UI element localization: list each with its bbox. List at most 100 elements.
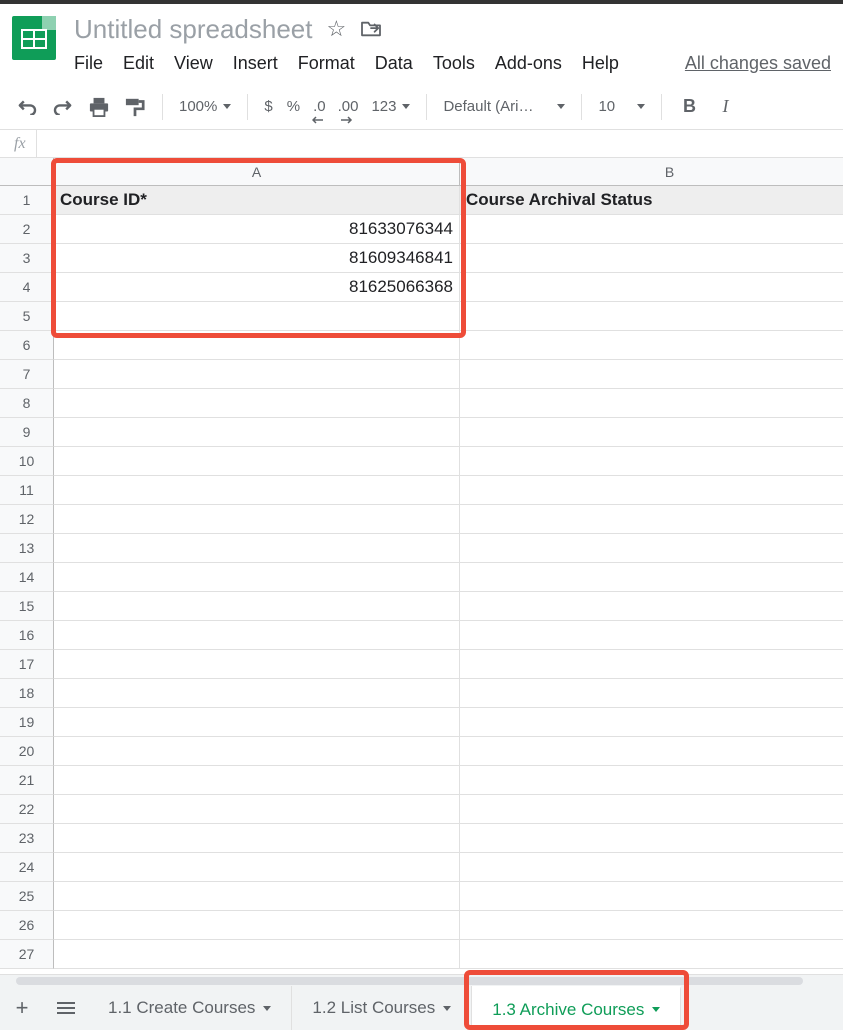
cell[interactable] <box>54 766 460 795</box>
spreadsheet-grid[interactable]: A B 1Course ID*Course Archival Status281… <box>0 158 843 969</box>
cell[interactable] <box>54 389 460 418</box>
cell[interactable] <box>54 621 460 650</box>
cell[interactable]: 81625066368 <box>54 273 460 302</box>
cell[interactable] <box>460 911 843 940</box>
cell[interactable]: Course Archival Status <box>460 186 843 215</box>
row-header[interactable]: 18 <box>0 679 54 708</box>
row-header[interactable]: 8 <box>0 389 54 418</box>
menu-edit[interactable]: Edit <box>123 53 154 74</box>
cell[interactable] <box>54 882 460 911</box>
row-header[interactable]: 23 <box>0 824 54 853</box>
row-header[interactable]: 4 <box>0 273 54 302</box>
cell[interactable] <box>54 505 460 534</box>
cell[interactable] <box>460 853 843 882</box>
undo-icon[interactable] <box>12 92 42 122</box>
cell[interactable] <box>54 447 460 476</box>
row-header[interactable]: 7 <box>0 360 54 389</box>
select-all-corner[interactable] <box>0 158 54 186</box>
row-header[interactable]: 27 <box>0 940 54 969</box>
row-header[interactable]: 21 <box>0 766 54 795</box>
sheets-logo[interactable] <box>12 16 56 60</box>
cell[interactable] <box>54 360 460 389</box>
menu-data[interactable]: Data <box>375 53 413 74</box>
cell[interactable] <box>460 679 843 708</box>
bold-button[interactable]: B <box>674 92 704 122</box>
cell[interactable] <box>54 911 460 940</box>
row-header[interactable]: 26 <box>0 911 54 940</box>
cell[interactable] <box>460 476 843 505</box>
row-header[interactable]: 9 <box>0 418 54 447</box>
cell[interactable] <box>460 824 843 853</box>
cell[interactable] <box>460 215 843 244</box>
paint-format-icon[interactable] <box>120 92 150 122</box>
menu-view[interactable]: View <box>174 53 213 74</box>
menu-file[interactable]: File <box>74 53 103 74</box>
cell[interactable] <box>54 418 460 447</box>
cell[interactable] <box>54 940 460 969</box>
menu-tools[interactable]: Tools <box>433 53 475 74</box>
row-header[interactable]: 20 <box>0 737 54 766</box>
all-sheets-button[interactable] <box>44 986 88 1030</box>
cell[interactable] <box>54 795 460 824</box>
formula-bar[interactable]: fx <box>0 130 843 158</box>
row-header[interactable]: 24 <box>0 853 54 882</box>
cell[interactable] <box>460 360 843 389</box>
doc-title[interactable]: Untitled spreadsheet <box>74 14 312 45</box>
row-header[interactable]: 11 <box>0 476 54 505</box>
row-header[interactable]: 22 <box>0 795 54 824</box>
decrease-decimal[interactable]: .0 <box>310 92 329 122</box>
cell[interactable] <box>460 302 843 331</box>
menu-format[interactable]: Format <box>298 53 355 74</box>
format-currency[interactable]: $ <box>260 98 276 115</box>
font-size-dropdown[interactable]: 10 <box>594 98 649 115</box>
cell[interactable] <box>54 853 460 882</box>
cell[interactable] <box>460 273 843 302</box>
horizontal-scrollbar[interactable] <box>0 974 843 986</box>
cell[interactable] <box>54 563 460 592</box>
cell[interactable] <box>460 737 843 766</box>
italic-button[interactable]: I <box>710 92 740 122</box>
cell[interactable] <box>460 418 843 447</box>
cell[interactable] <box>54 708 460 737</box>
cell[interactable] <box>54 824 460 853</box>
number-format-dropdown[interactable]: 123 <box>367 98 414 115</box>
row-header[interactable]: 16 <box>0 621 54 650</box>
move-to-folder-icon[interactable] <box>360 20 382 38</box>
menu-addons[interactable]: Add-ons <box>495 53 562 74</box>
cell[interactable] <box>54 302 460 331</box>
cell[interactable] <box>460 940 843 969</box>
col-header-a[interactable]: A <box>54 158 460 186</box>
row-header[interactable]: 17 <box>0 650 54 679</box>
add-sheet-button[interactable]: + <box>0 986 44 1030</box>
row-header[interactable]: 13 <box>0 534 54 563</box>
cell[interactable] <box>460 795 843 824</box>
cell[interactable] <box>460 766 843 795</box>
cell[interactable] <box>460 447 843 476</box>
cell[interactable] <box>460 708 843 737</box>
redo-icon[interactable] <box>48 92 78 122</box>
row-header[interactable]: 14 <box>0 563 54 592</box>
row-header[interactable]: 3 <box>0 244 54 273</box>
cell[interactable] <box>54 331 460 360</box>
row-header[interactable]: 6 <box>0 331 54 360</box>
row-header[interactable]: 2 <box>0 215 54 244</box>
row-header[interactable]: 15 <box>0 592 54 621</box>
cell[interactable] <box>460 534 843 563</box>
cell[interactable] <box>54 650 460 679</box>
sheet-tab-3[interactable]: 1.3 Archive Courses <box>472 986 681 1030</box>
cell[interactable] <box>54 737 460 766</box>
cell[interactable] <box>54 679 460 708</box>
cell[interactable]: 81609346841 <box>54 244 460 273</box>
zoom-dropdown[interactable]: 100% <box>175 98 235 115</box>
row-header[interactable]: 19 <box>0 708 54 737</box>
col-header-b[interactable]: B <box>460 158 843 186</box>
cell[interactable] <box>460 882 843 911</box>
row-header[interactable]: 10 <box>0 447 54 476</box>
sheet-tab-2[interactable]: 1.2 List Courses <box>292 986 472 1030</box>
menu-insert[interactable]: Insert <box>233 53 278 74</box>
cell[interactable]: Course ID* <box>54 186 460 215</box>
cell[interactable] <box>460 505 843 534</box>
row-header[interactable]: 5 <box>0 302 54 331</box>
cell[interactable]: 81633076344 <box>54 215 460 244</box>
cell[interactable] <box>460 244 843 273</box>
